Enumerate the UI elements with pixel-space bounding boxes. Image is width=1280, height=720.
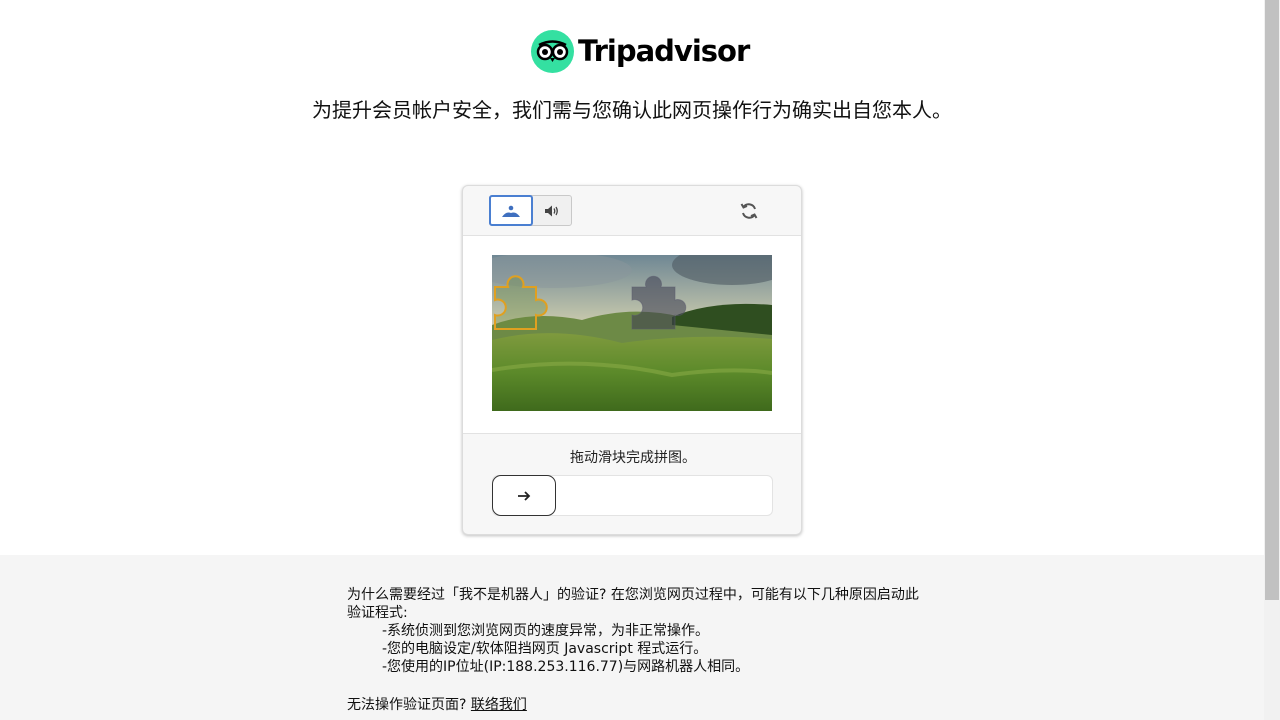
page: Tripadvisor 为提升会员帐户安全，我们需与您确认此网页操作行为确实出自… [0, 0, 1264, 720]
image-mode-button[interactable] [489, 195, 533, 226]
captcha-toolbar [463, 186, 801, 236]
brand-name: Tripadvisor [578, 34, 750, 68]
tripadvisor-logo: Tripadvisor [531, 29, 750, 73]
refresh-icon [740, 203, 758, 219]
refresh-button[interactable] [738, 200, 760, 222]
reason-item: -系统侦测到您浏览网页的速度异常，为非正常操作。 [382, 623, 710, 639]
puzzle-image [492, 255, 772, 411]
page-headline: 为提升会员帐户安全，我们需与您确认此网页操作行为确实出自您本人。 [312, 98, 952, 122]
slider-handle[interactable] [492, 475, 556, 516]
vertical-scrollbar[interactable] [1264, 0, 1280, 720]
contact-us-link[interactable]: 联络我们 [471, 697, 527, 713]
captcha-instruction: 拖动滑块完成拼图。 [570, 450, 696, 466]
verification-explanation: 为什么需要经过「我不是机器人」的验证? 在您浏览网页过程中，可能有以下几种原因启… [347, 586, 927, 676]
footer-info: 为什么需要经过「我不是机器人」的验证? 在您浏览网页过程中，可能有以下几种原因启… [0, 555, 1264, 720]
help-text: 无法操作验证页面? [347, 697, 471, 713]
captcha-mode-switch [489, 195, 572, 226]
captcha-image-area [463, 236, 801, 434]
reason-item: -您使用的IP位址(IP:188.253.116.77)与网路机器人相同。 [382, 659, 750, 675]
explanation-intro: 为什么需要经过「我不是机器人」的验证? 在您浏览网页过程中，可能有以下几种原因启… [347, 587, 919, 621]
audio-mode-button[interactable] [533, 196, 571, 225]
reason-item: -您的电脑设定/软体阻挡网页 Javascript 程式运行。 [382, 641, 708, 657]
help-line: 无法操作验证页面? 联络我们 [347, 696, 527, 714]
tripadvisor-owl-icon [531, 29, 574, 73]
image-icon [502, 205, 520, 217]
scrollbar-thumb[interactable] [1265, 0, 1279, 600]
speaker-icon [545, 205, 558, 216]
captcha-widget: 拖动滑块完成拼图。 [462, 185, 802, 535]
arrow-right-icon [518, 490, 531, 501]
